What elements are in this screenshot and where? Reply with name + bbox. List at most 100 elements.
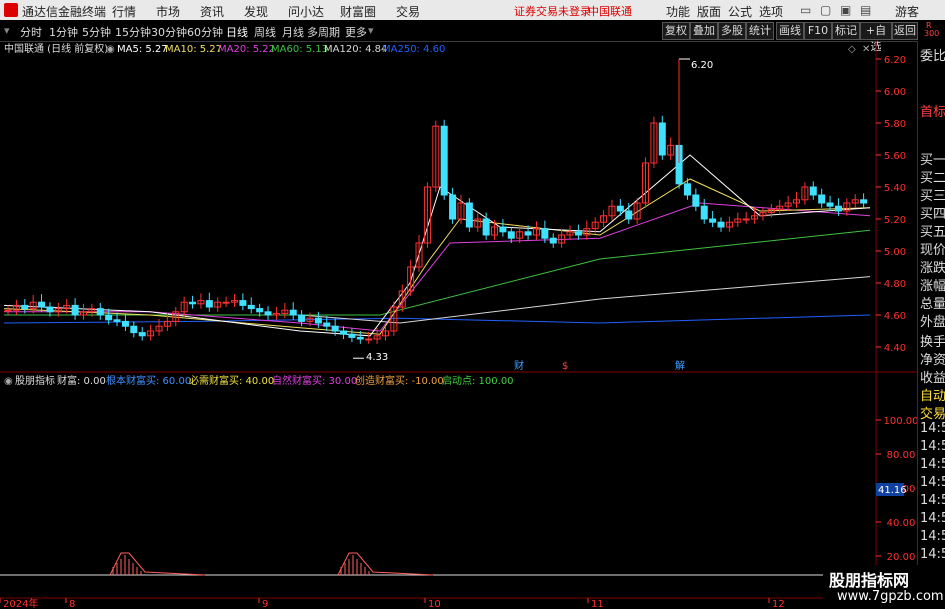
menu-xuanxiang[interactable]: 选项	[759, 3, 783, 20]
period-weekly[interactable]: 周线	[254, 24, 276, 40]
menu-hangqing[interactable]: 行情	[112, 3, 136, 20]
candle[interactable]	[189, 301, 197, 305]
candle[interactable]	[499, 226, 507, 233]
period-5min[interactable]: 5分钟	[82, 24, 111, 40]
menu-zixun[interactable]: 资讯	[200, 3, 224, 20]
fuquan-button[interactable]: 复权	[662, 22, 690, 40]
menu-jiaoyi[interactable]: 交易	[396, 3, 420, 20]
date-tick: 10	[428, 599, 441, 609]
candle[interactable]	[348, 333, 356, 338]
menu-caifuquan[interactable]: 财富圈	[340, 3, 376, 20]
candle[interactable]	[21, 304, 29, 310]
candle[interactable]	[717, 221, 725, 228]
menu-wenxiaoda[interactable]: 问小达	[288, 3, 324, 20]
candle[interactable]	[340, 330, 348, 335]
period-30min[interactable]: 30分钟	[151, 24, 187, 40]
stock-link[interactable]: 中国联通	[588, 3, 632, 19]
f10-button[interactable]: F10	[804, 22, 832, 40]
candle[interactable]	[71, 304, 79, 316]
candle[interactable]	[38, 301, 46, 308]
candle[interactable]	[574, 231, 582, 236]
period-15min[interactable]: 15分钟	[115, 24, 151, 40]
candle[interactable]	[138, 332, 146, 337]
candle[interactable]	[264, 311, 272, 316]
diamond-icon[interactable]: ◇	[848, 44, 856, 55]
candle[interactable]	[549, 237, 557, 244]
candle[interactable]	[465, 202, 473, 228]
candle[interactable]	[826, 202, 834, 207]
candle[interactable]	[692, 194, 700, 207]
window-icon[interactable]: ▤	[860, 3, 871, 17]
period-fenshi[interactable]: 分时	[20, 24, 42, 40]
candle[interactable]	[46, 306, 54, 313]
menu-gongshi[interactable]: 公式	[728, 3, 752, 20]
candle[interactable]	[331, 325, 339, 332]
candle[interactable]	[247, 304, 255, 310]
candle[interactable]	[356, 336, 364, 340]
candle[interactable]	[658, 122, 666, 156]
candle[interactable]	[130, 325, 138, 334]
candle[interactable]	[742, 218, 750, 221]
period-daily[interactable]: 日线	[226, 24, 248, 40]
restore-icon[interactable]: ▢	[820, 3, 831, 17]
close-chart-icon[interactable]: ✕	[862, 44, 870, 55]
kline-chart[interactable]: 中国联通 (日线 前复权) ◉ MA5: 5.27 MA10: 5.27 MA2…	[0, 41, 945, 609]
candle[interactable]	[860, 199, 868, 204]
back-button[interactable]: 返回	[892, 22, 918, 40]
candle[interactable]	[205, 300, 213, 308]
candle[interactable]	[113, 319, 121, 322]
duogu-button[interactable]: 多股	[718, 22, 746, 40]
candle[interactable]	[683, 183, 691, 196]
candle[interactable]	[298, 314, 306, 322]
marker-cai[interactable]: 财	[514, 359, 524, 372]
menu-faxian[interactable]: 发现	[244, 3, 268, 20]
candle[interactable]	[616, 205, 624, 212]
period-multi[interactable]: 多周期	[307, 24, 340, 40]
candle[interactable]	[449, 194, 457, 220]
candle[interactable]	[121, 320, 129, 327]
huaxian-button[interactable]: 画线	[776, 22, 804, 40]
add-favorite-button[interactable]: +自选	[860, 22, 892, 53]
candle[interactable]	[440, 125, 448, 196]
period-60min[interactable]: 60分钟	[187, 24, 223, 40]
candle[interactable]	[289, 309, 297, 316]
marker-jie[interactable]: 解	[675, 359, 685, 372]
candle[interactable]	[507, 231, 515, 239]
menu-banmian[interactable]: 版面	[697, 3, 721, 20]
candle[interactable]	[541, 228, 549, 239]
candle[interactable]	[96, 308, 104, 316]
candle[interactable]	[222, 301, 230, 304]
candlestick-layer[interactable]	[4, 58, 868, 359]
indicator-settings-icon[interactable]: ◉	[4, 376, 13, 387]
candle[interactable]	[256, 308, 264, 313]
biaoji-button[interactable]: 标记	[832, 22, 860, 40]
dropdown-icon[interactable]: ▾	[4, 24, 10, 37]
menu-shichang[interactable]: 市场	[156, 3, 180, 20]
candle[interactable]	[239, 300, 247, 306]
period-1min[interactable]: 1分钟	[49, 24, 78, 40]
candle[interactable]	[365, 338, 373, 341]
candle[interactable]	[4, 309, 12, 312]
candle[interactable]	[709, 218, 717, 223]
login-notice[interactable]: 证券交易未登录	[514, 3, 591, 19]
period-more[interactable]: 更多	[345, 24, 367, 40]
candle[interactable]	[105, 314, 113, 321]
candle[interactable]	[524, 231, 532, 236]
user-label[interactable]: 游客	[895, 3, 919, 20]
candle[interactable]	[323, 322, 331, 327]
marker-dollar[interactable]: $	[562, 361, 568, 372]
candle[interactable]	[818, 194, 826, 204]
candle[interactable]	[700, 205, 708, 220]
minimize-icon[interactable]: ▭	[800, 3, 811, 17]
candle[interactable]	[314, 317, 322, 324]
menu-gongneng[interactable]: 功能	[666, 3, 690, 20]
candle[interactable]	[834, 205, 842, 212]
candle[interactable]	[809, 186, 817, 196]
settings-icon[interactable]: ◉	[106, 44, 115, 55]
candle[interactable]	[482, 218, 490, 236]
period-monthly[interactable]: 月线	[282, 24, 304, 40]
tongji-button[interactable]: 统计	[746, 22, 774, 40]
diejia-button[interactable]: 叠加	[690, 22, 718, 40]
close-icon[interactable]: ▣	[840, 3, 851, 17]
candle[interactable]	[625, 210, 633, 220]
